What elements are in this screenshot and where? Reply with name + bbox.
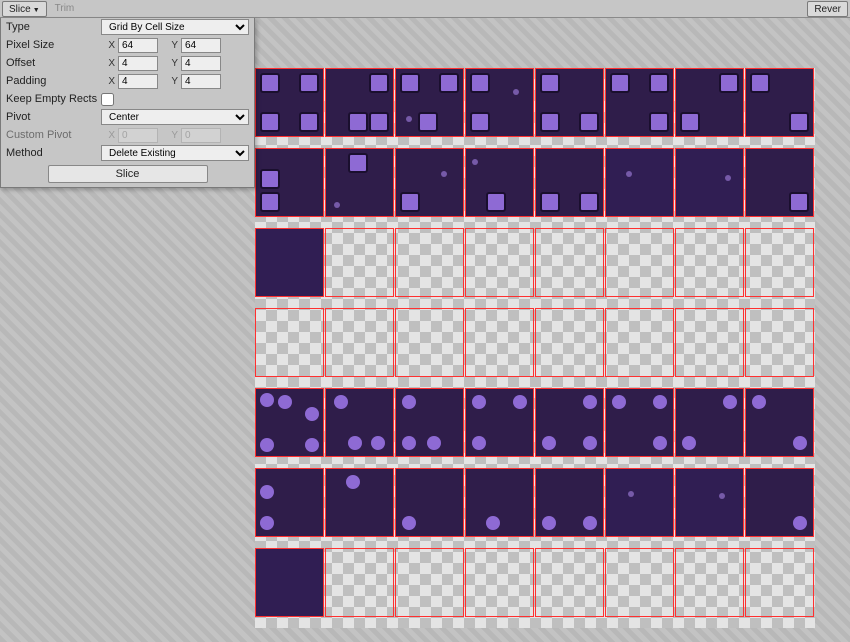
- slice-cell[interactable]: [395, 388, 464, 457]
- y-label: Y: [164, 40, 178, 51]
- slice-cell[interactable]: [255, 148, 324, 217]
- slice-cell[interactable]: [675, 468, 744, 537]
- slice-cell[interactable]: [325, 148, 394, 217]
- slice-dropdown-label: Slice: [9, 4, 31, 15]
- slice-cell[interactable]: [675, 308, 744, 377]
- slice-cell[interactable]: [535, 148, 604, 217]
- padding-x-input[interactable]: [118, 74, 158, 89]
- slice-cell[interactable]: [605, 548, 674, 617]
- custom-pivot-x-input: [118, 128, 158, 143]
- slice-cell[interactable]: [395, 468, 464, 537]
- slice-cell[interactable]: [255, 388, 324, 457]
- pixel-size-label: Pixel Size: [6, 39, 101, 51]
- slice-cell[interactable]: [395, 68, 464, 137]
- slice-cell[interactable]: [395, 308, 464, 377]
- slice-cell[interactable]: [395, 548, 464, 617]
- slice-cell[interactable]: [325, 308, 394, 377]
- slice-cell[interactable]: [395, 148, 464, 217]
- slice-cell[interactable]: [325, 548, 394, 617]
- slice-cell[interactable]: [745, 148, 814, 217]
- offset-y-input[interactable]: [181, 56, 221, 71]
- slice-cell[interactable]: [535, 68, 604, 137]
- slice-cell[interactable]: [325, 388, 394, 457]
- slice-cell[interactable]: [535, 388, 604, 457]
- slice-cell[interactable]: [605, 308, 674, 377]
- custom-pivot-label: Custom Pivot: [6, 129, 101, 141]
- slice-cell[interactable]: [465, 388, 534, 457]
- slice-cell[interactable]: [325, 468, 394, 537]
- offset-label: Offset: [6, 57, 101, 69]
- slice-cell[interactable]: [605, 388, 674, 457]
- pixel-size-y-input[interactable]: [181, 38, 221, 53]
- slice-cell[interactable]: [465, 148, 534, 217]
- type-label: Type: [6, 21, 101, 33]
- slice-cell[interactable]: [325, 68, 394, 137]
- slice-cell[interactable]: [675, 548, 744, 617]
- offset-x-input[interactable]: [118, 56, 158, 71]
- slice-cell[interactable]: [325, 228, 394, 297]
- slice-dropdown-button[interactable]: Slice▼: [2, 1, 47, 17]
- slice-cell[interactable]: [255, 548, 324, 617]
- slice-cell[interactable]: [745, 468, 814, 537]
- chevron-down-icon: ▼: [33, 7, 40, 14]
- slice-cell[interactable]: [605, 228, 674, 297]
- slice-cell[interactable]: [465, 228, 534, 297]
- slice-cell[interactable]: [675, 148, 744, 217]
- pivot-label: Pivot: [6, 111, 101, 123]
- pixel-size-x-input[interactable]: [118, 38, 158, 53]
- custom-pivot-y-input: [181, 128, 221, 143]
- slice-cell[interactable]: [745, 388, 814, 457]
- slice-cell[interactable]: [605, 148, 674, 217]
- padding-label: Padding: [6, 75, 101, 87]
- slice-button[interactable]: Slice: [48, 165, 208, 183]
- slice-cell[interactable]: [605, 468, 674, 537]
- slice-cell[interactable]: [255, 228, 324, 297]
- slice-cell[interactable]: [675, 388, 744, 457]
- slice-cell[interactable]: [465, 308, 534, 377]
- slice-cell[interactable]: [395, 228, 464, 297]
- slice-panel: Type Grid By Cell Size Pixel Size X Y Of…: [0, 18, 255, 188]
- slice-cell[interactable]: [675, 228, 744, 297]
- x-label: X: [101, 40, 115, 51]
- slice-cell[interactable]: [465, 468, 534, 537]
- keep-empty-label: Keep Empty Rects: [6, 93, 101, 105]
- slice-cell[interactable]: [255, 468, 324, 537]
- revert-button[interactable]: Rever: [807, 1, 848, 17]
- method-label: Method: [6, 147, 101, 159]
- slice-cell[interactable]: [605, 68, 674, 137]
- slice-cell[interactable]: [745, 308, 814, 377]
- slice-cell[interactable]: [535, 548, 604, 617]
- slice-cell[interactable]: [465, 548, 534, 617]
- slice-cell[interactable]: [745, 228, 814, 297]
- slice-cell[interactable]: [745, 68, 814, 137]
- pivot-select[interactable]: Center: [101, 109, 249, 125]
- trim-button[interactable]: Trim: [49, 1, 81, 17]
- slice-cell[interactable]: [745, 548, 814, 617]
- slice-cell[interactable]: [255, 68, 324, 137]
- keep-empty-checkbox[interactable]: [101, 93, 114, 106]
- top-toolbar: Slice▼ Trim Rever: [0, 0, 850, 18]
- type-select[interactable]: Grid By Cell Size: [101, 19, 249, 35]
- padding-y-input[interactable]: [181, 74, 221, 89]
- slice-cell[interactable]: [465, 68, 534, 137]
- slice-cell[interactable]: [535, 468, 604, 537]
- method-select[interactable]: Delete Existing: [101, 145, 249, 161]
- slice-cell[interactable]: [535, 228, 604, 297]
- spritesheet-canvas[interactable]: [255, 68, 815, 628]
- slice-cell[interactable]: [535, 308, 604, 377]
- slice-cell[interactable]: [675, 68, 744, 137]
- slice-cell[interactable]: [255, 308, 324, 377]
